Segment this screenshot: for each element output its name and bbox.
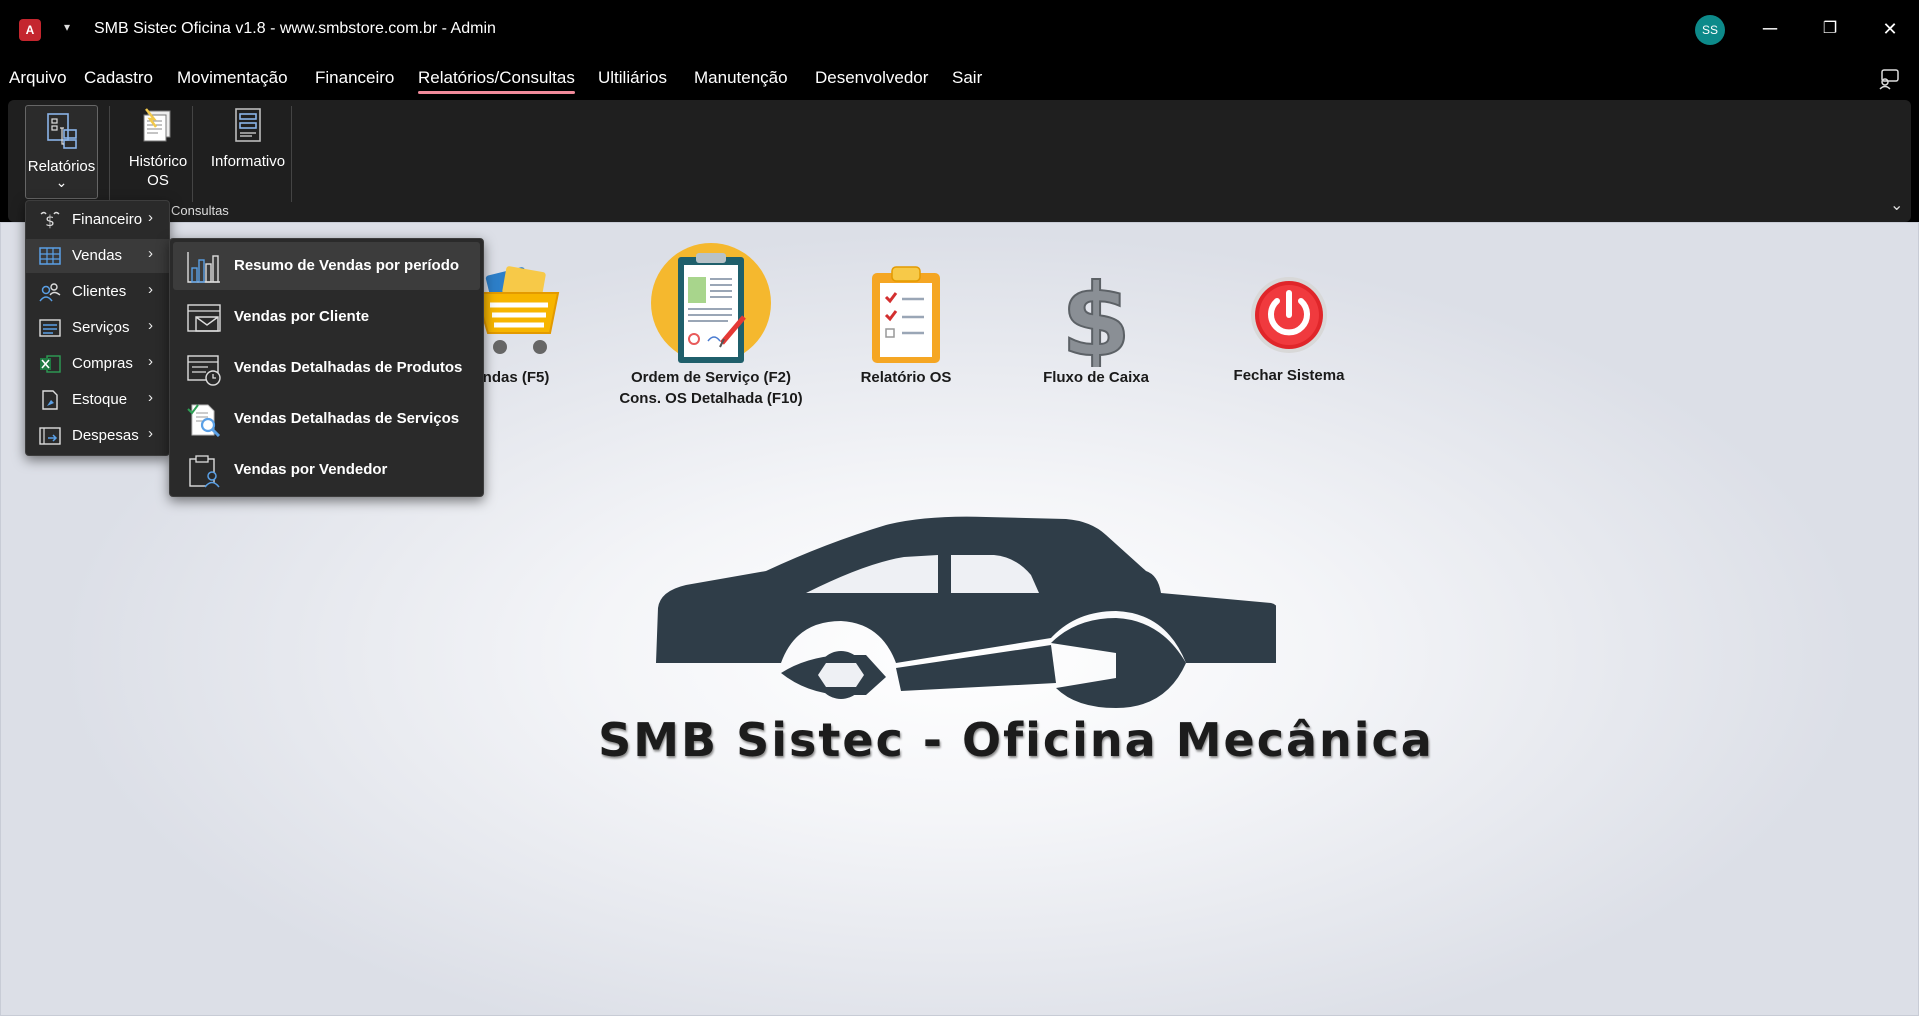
fluxo-caixa-label: Fluxo de Caixa bbox=[1043, 369, 1149, 386]
dd2-item-label: Vendas por Vendedor bbox=[234, 461, 388, 478]
fechar-sistema-tile[interactable]: Fechar Sistema bbox=[1219, 273, 1359, 386]
dd2-item-label: Vendas Detalhadas de Serviços bbox=[234, 410, 460, 427]
clipboard-service-order-icon bbox=[651, 243, 771, 363]
relatorios-dropdown-menu: $ Financeiro › Vendas › Clientes › Servi… bbox=[25, 200, 170, 456]
ribbon-separator bbox=[192, 106, 193, 202]
menu-desenvolvedor[interactable]: Desenvolvedor bbox=[815, 68, 928, 88]
dd-item-label: Vendas bbox=[72, 247, 123, 264]
menu-relatorios-consultas[interactable]: Relatórios/Consultas bbox=[418, 68, 575, 94]
dd-item-servicos[interactable]: Serviços › bbox=[26, 311, 169, 345]
chevron-right-icon: › bbox=[148, 389, 153, 406]
dd-item-label: Compras bbox=[72, 355, 133, 372]
chevron-right-icon: › bbox=[148, 425, 153, 442]
report-tree-icon bbox=[46, 113, 77, 149]
dd-item-financeiro[interactable]: $ Financeiro › bbox=[26, 203, 169, 237]
ordem-servico-label-line2: Cons. OS Detalhada (F10) bbox=[619, 390, 803, 407]
vendas-detalhadas-servicos-item[interactable]: Vendas Detalhadas de Serviços bbox=[173, 395, 480, 443]
chevron-right-icon: › bbox=[148, 353, 153, 370]
clipboard-user-icon bbox=[189, 455, 220, 488]
ribbon-separator bbox=[291, 106, 292, 202]
user-avatar[interactable]: SS bbox=[1695, 15, 1725, 45]
dd-item-compras[interactable]: Compras › bbox=[26, 347, 169, 381]
list-doc-icon bbox=[39, 319, 61, 337]
excel-icon bbox=[40, 355, 61, 373]
collapse-ribbon-icon[interactable]: ⌄ bbox=[1890, 195, 1903, 215]
relatorio-os-label: Relatório OS bbox=[860, 369, 952, 386]
vendas-detalhadas-produtos-item[interactable]: Vendas Detalhadas de Produtos bbox=[173, 344, 480, 392]
doc-search-icon bbox=[187, 404, 221, 437]
grid-table-icon bbox=[39, 247, 61, 265]
ordem-servico-label-line1: Ordem de Serviço (F2) bbox=[630, 369, 792, 386]
resumo-vendas-periodo-item[interactable]: Resumo de Vendas por período bbox=[173, 242, 480, 290]
menu-bar: Arquivo Cadastro Movimentação Financeiro… bbox=[0, 58, 1919, 100]
bar-chart-icon bbox=[187, 252, 220, 283]
ribbon-separator bbox=[109, 106, 110, 202]
currency-icon: $ bbox=[40, 211, 60, 230]
people-icon bbox=[39, 283, 61, 302]
feedback-icon[interactable] bbox=[1878, 68, 1900, 90]
svg-text:$: $ bbox=[1061, 267, 1131, 367]
restore-button[interactable]: ❐ bbox=[1810, 14, 1850, 44]
dd2-item-label: Resumo de Vendas por período bbox=[234, 257, 460, 274]
history-documents-icon bbox=[143, 108, 171, 142]
doc-pin-icon bbox=[42, 390, 58, 410]
informativo-button[interactable]: Informativo bbox=[199, 105, 297, 171]
historico-label-line1: Histórico bbox=[128, 153, 188, 170]
svg-text:$: $ bbox=[45, 212, 55, 230]
dd-item-label: Serviços bbox=[72, 319, 130, 336]
vendas-submenu: Resumo de Vendas por período Vendas por … bbox=[169, 238, 484, 497]
chevron-right-icon: › bbox=[148, 317, 153, 334]
dd-item-label: Despesas bbox=[72, 427, 139, 444]
dd-item-estoque[interactable]: Estoque › bbox=[26, 383, 169, 417]
fechar-sistema-label: Fechar Sistema bbox=[1233, 367, 1345, 384]
system-title: SMB Sistec - Oficina Mecânica bbox=[598, 713, 1434, 767]
menu-arquivo[interactable]: Arquivo bbox=[9, 68, 67, 88]
menu-movimentacao[interactable]: Movimentação bbox=[177, 68, 288, 88]
ribbon-group-label: Consultas bbox=[171, 203, 229, 218]
close-button[interactable]: ✕ bbox=[1870, 14, 1910, 44]
minimize-button[interactable]: ─ bbox=[1750, 14, 1790, 44]
relatorio-os-tile[interactable]: Relatório OS bbox=[846, 263, 966, 388]
dollar-sign-icon: $ bbox=[1061, 267, 1131, 367]
vendas-por-cliente-item[interactable]: Vendas por Cliente bbox=[173, 293, 480, 341]
window-title: SMB Sistec Oficina v1.8 - www.smbstore.c… bbox=[94, 20, 496, 37]
dd-item-label: Financeiro bbox=[72, 211, 143, 228]
informativo-label: Informativo bbox=[210, 153, 286, 170]
menu-manutencao[interactable]: Manutenção bbox=[694, 68, 788, 88]
quick-access-dropdown-icon[interactable]: ▾ bbox=[64, 20, 70, 34]
chevron-right-icon: › bbox=[148, 209, 153, 226]
historico-os-button[interactable]: Histórico OS bbox=[114, 105, 202, 190]
dd-item-clientes[interactable]: Clientes › bbox=[26, 275, 169, 309]
chevron-right-icon: › bbox=[148, 245, 153, 262]
vendas-por-vendedor-item[interactable]: Vendas por Vendedor bbox=[173, 446, 480, 494]
doc-arrow-icon bbox=[39, 427, 61, 445]
chevron-right-icon: › bbox=[148, 281, 153, 298]
menu-financeiro[interactable]: Financeiro bbox=[315, 68, 394, 88]
fluxo-caixa-tile[interactable]: $ Fluxo de Caixa bbox=[1031, 267, 1161, 388]
power-icon bbox=[1251, 277, 1327, 353]
title-bar: A ▾ SMB Sistec Oficina v1.8 - www.smbsto… bbox=[0, 0, 1919, 58]
car-wrench-logo bbox=[656, 516, 1276, 708]
envelope-icon bbox=[187, 304, 221, 332]
menu-sair[interactable]: Sair bbox=[952, 68, 982, 88]
historico-label-line2: OS bbox=[147, 172, 169, 189]
ordem-servico-tile[interactable]: Ordem de Serviço (F2) Cons. OS Detalhada… bbox=[611, 243, 811, 409]
checklist-clipboard-icon bbox=[872, 266, 940, 363]
menu-ultiliarios[interactable]: Ultiliários bbox=[598, 68, 667, 88]
dd-item-label: Estoque bbox=[72, 391, 128, 408]
dd-item-despesas[interactable]: Despesas › bbox=[26, 419, 169, 453]
dd-item-label: Clientes bbox=[72, 283, 127, 300]
relatorios-button[interactable]: Relatórios ⌄ bbox=[25, 105, 98, 199]
ribbon: Relatórios ⌄ Histórico OS Informativo Co… bbox=[8, 100, 1911, 222]
list-clock-icon bbox=[187, 355, 221, 386]
dd2-item-label: Vendas por Cliente bbox=[234, 308, 370, 325]
chevron-down-icon: ⌄ bbox=[55, 174, 68, 190]
menu-cadastro[interactable]: Cadastro bbox=[84, 68, 153, 88]
form-document-icon bbox=[235, 108, 261, 142]
dd2-item-label: Vendas Detalhadas de Produtos bbox=[234, 359, 463, 376]
dd-item-vendas[interactable]: Vendas › bbox=[26, 239, 169, 273]
access-app-icon[interactable]: A bbox=[19, 19, 41, 41]
